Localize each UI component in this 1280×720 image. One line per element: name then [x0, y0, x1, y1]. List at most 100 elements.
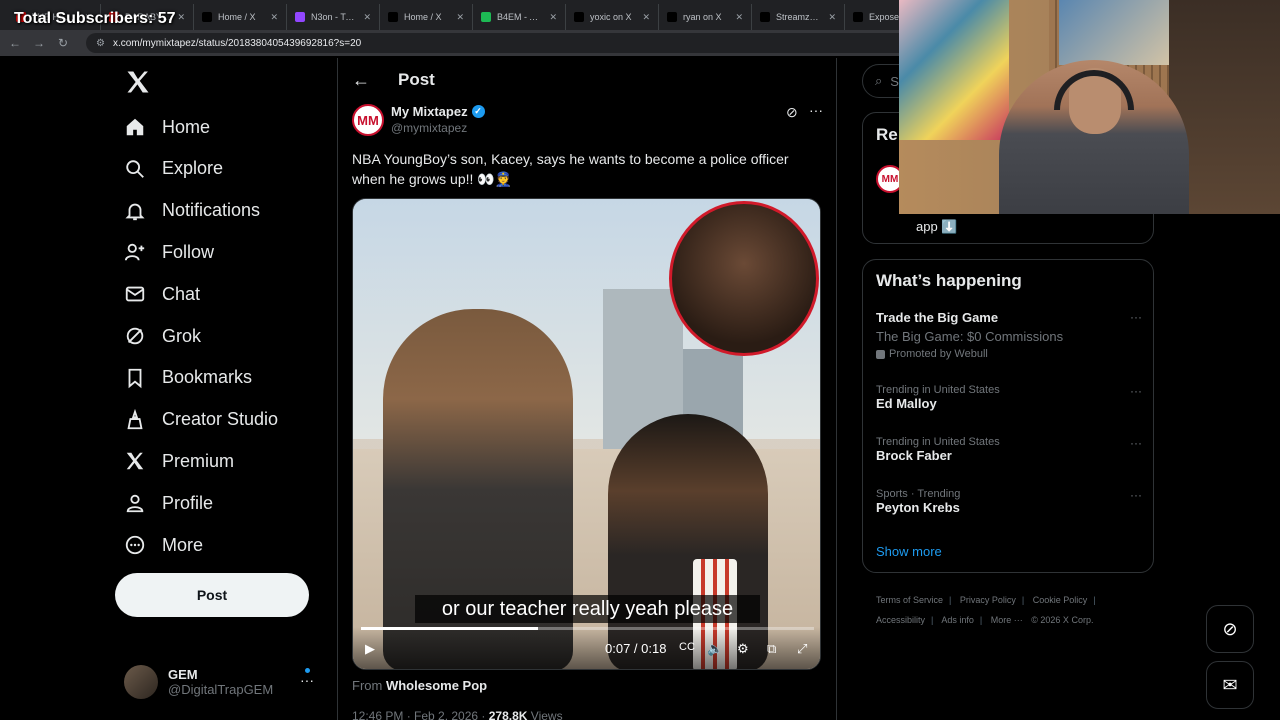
site-info-icon[interactable]: ⚙ [96, 38, 105, 49]
nav-item-label: More [162, 534, 204, 555]
creator-icon [124, 408, 146, 431]
trend-more-icon[interactable]: ··· [1130, 384, 1142, 398]
accessibility-link[interactable]: Accessibility [876, 615, 925, 625]
terms-link[interactable]: Terms of Service [876, 595, 943, 605]
bell-icon [124, 200, 146, 222]
subscriber-count-overlay: Total Subscribers: 57 [14, 10, 176, 27]
copyright: © 2026 X Corp. [1031, 615, 1094, 625]
settings-icon[interactable]: ⚙ [737, 641, 749, 657]
home-icon [124, 116, 146, 138]
post-timestamp[interactable]: 12:46 PM · Feb 2, 2026 · [352, 709, 485, 720]
captions-icon[interactable]: CC [679, 641, 695, 653]
author-avatar[interactable]: MM [352, 104, 384, 136]
trend-more-icon[interactable]: ··· [1130, 310, 1142, 324]
nav-item-chat[interactable]: Chat [124, 283, 200, 305]
tab-favicon-icon [202, 12, 212, 22]
cookie-link[interactable]: Cookie Policy [1033, 595, 1088, 605]
browser-tab[interactable]: Home / X ✕ [380, 4, 473, 30]
grok-float-button[interactable]: ⊘ [1206, 605, 1254, 653]
post-more-icon[interactable]: ··· [809, 102, 823, 118]
tab-close-icon[interactable]: ✕ [177, 12, 185, 23]
nav-item-grok[interactable]: Grok [124, 325, 201, 347]
tab-close-icon[interactable]: ✕ [456, 12, 464, 23]
nav-item-creator-studio[interactable]: Creator Studio [124, 408, 278, 431]
privacy-link[interactable]: Privacy Policy [960, 595, 1016, 605]
tab-favicon-icon [388, 12, 398, 22]
account-more-icon[interactable]: ··· [300, 672, 314, 688]
mail-icon [124, 283, 146, 305]
account-name: GEM [168, 667, 198, 682]
url-field[interactable]: ⚙ x.com/mymixtapez/status/20183804054396… [86, 33, 946, 53]
video-caption: or our teacher really yeah please [415, 595, 760, 623]
browser-tab[interactable]: ryan on X ✕ [659, 4, 752, 30]
from-source-link[interactable]: Wholesome Pop [386, 678, 487, 693]
views-label: Views [530, 709, 563, 720]
browser-tab[interactable]: N3on - Twitch ✕ [287, 4, 380, 30]
tab-close-icon[interactable]: ✕ [270, 12, 278, 23]
nav-item-notifications[interactable]: Notifications [124, 200, 260, 222]
ads-info-link[interactable]: Ads info [941, 615, 974, 625]
author-handle[interactable]: @mymixtapez [391, 121, 485, 135]
tab-title: B4EM - Album [497, 12, 543, 22]
video-inset-photo [669, 201, 819, 356]
reload-icon[interactable]: ↻ [56, 36, 70, 50]
tab-favicon-icon [667, 12, 677, 22]
trend-more-icon[interactable]: ··· [1130, 436, 1142, 450]
browser-tab[interactable]: B4EM - Album ✕ [473, 4, 566, 30]
footer-more-link[interactable]: More ··· [991, 615, 1023, 625]
nav-item-explore[interactable]: Explore [124, 158, 223, 180]
nav-item-bookmarks[interactable]: Bookmarks [124, 367, 252, 389]
show-more-link[interactable]: Show more [876, 544, 942, 559]
tab-close-icon[interactable]: ✕ [735, 12, 743, 23]
trend-item[interactable]: Trade the Big Game The Big Game: $0 Commi… [876, 310, 1142, 360]
trend-subtitle: The Big Game: $0 Commissions [876, 329, 1064, 344]
tab-close-icon[interactable]: ✕ [363, 12, 371, 23]
whats-happening-title: What’s happening [876, 271, 1022, 290]
nav-item-more[interactable]: More [124, 534, 203, 556]
trend-context: Sports · Trending [876, 488, 961, 500]
volume-icon[interactable]: 🔈 [707, 641, 723, 657]
trend-context: Trending in United States [876, 384, 1000, 396]
page-title: Post [398, 70, 435, 89]
post-text: NBA YoungBoy’s son, Kacey, says he wants… [352, 151, 789, 187]
bookmark-icon [124, 367, 146, 389]
nav-item-profile[interactable]: Profile [124, 492, 213, 514]
nav-item-home[interactable]: Home [124, 116, 210, 138]
browser-tab[interactable]: Home / X ✕ [194, 4, 287, 30]
post-column: ← Post MM My Mixtapez ✓ @mymixtapez ⊘ ··… [337, 58, 837, 720]
browser-tab[interactable]: yoxic on X ✕ [566, 4, 659, 30]
trend-item[interactable]: Trending in United States Brock Faber ··· [876, 436, 1142, 463]
browser-tab[interactable]: StreamzHQ ✕ [752, 4, 845, 30]
tab-favicon-icon [760, 12, 770, 22]
nav-item-follow[interactable]: Follow [124, 241, 214, 263]
account-switcher[interactable]: GEM @DigitalTrapGEM ··· [124, 664, 324, 700]
messages-float-button[interactable]: ✉ [1206, 661, 1254, 709]
nav-item-label: Explore [162, 158, 224, 179]
grok-icon[interactable]: ⊘ [786, 104, 798, 121]
back-arrow-icon[interactable]: ← [352, 70, 370, 91]
play-icon[interactable]: ▶ [365, 641, 375, 657]
fullscreen-icon[interactable]: ⤢ [797, 641, 807, 657]
author-block: My Mixtapez ✓ @mymixtapez [391, 104, 485, 135]
video-player[interactable]: or our teacher really yeah please ▶ 0:07… [352, 198, 821, 670]
forward-nav-icon[interactable]: → [32, 36, 46, 50]
pip-icon[interactable]: ⧉ [767, 641, 776, 657]
nav-item-label: Follow [162, 241, 215, 262]
tab-title: Home / X [218, 12, 256, 22]
back-nav-icon[interactable]: ← [8, 36, 22, 50]
trend-name: Trade the Big Game [876, 310, 999, 325]
author-name[interactable]: My Mixtapez [391, 104, 468, 119]
trend-item[interactable]: Trending in United States Ed Malloy ··· [876, 384, 1142, 411]
tab-close-icon[interactable]: ✕ [549, 12, 557, 23]
x-logo-icon[interactable] [124, 68, 152, 96]
video-progress-bar[interactable] [361, 627, 814, 630]
video-source: From Wholesome Pop [352, 678, 487, 693]
nav-item-label: Notifications [162, 200, 261, 221]
trend-more-icon[interactable]: ··· [1130, 488, 1142, 502]
nav-item-premium[interactable]: Premium [124, 450, 234, 472]
tab-close-icon[interactable]: ✕ [828, 12, 836, 23]
post-button[interactable]: Post [115, 573, 309, 617]
trend-item[interactable]: Sports · Trending Peyton Krebs ··· [876, 488, 1142, 515]
tab-close-icon[interactable]: ✕ [642, 12, 650, 23]
left-nav: Home Explore Notifications Follow Chat Grok Bo… [112, 58, 337, 720]
